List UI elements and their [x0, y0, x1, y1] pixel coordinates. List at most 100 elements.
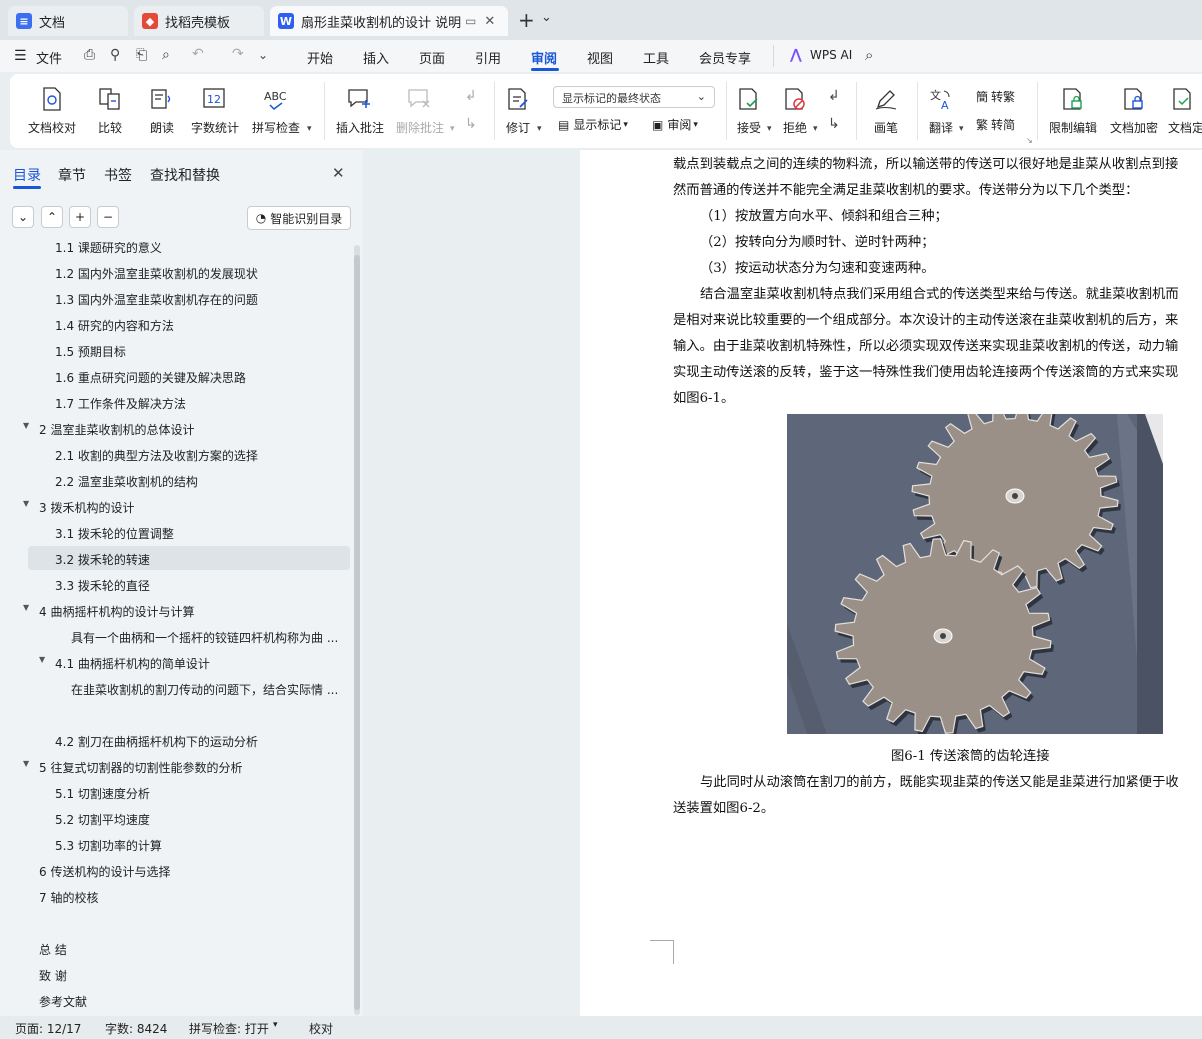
tab-chapters[interactable]: 章节: [58, 165, 86, 185]
file-menu[interactable]: 文件: [36, 48, 62, 67]
toc-item[interactable]: 2.2 温室韭菜收割机的结构: [28, 468, 350, 492]
previous-comment-icon[interactable]: ↲: [465, 88, 477, 104]
toc-item[interactable]: 4.2 割刀在曲柄摇杆机构下的运动分析: [28, 728, 350, 752]
tab-toc[interactable]: 目录: [13, 165, 41, 185]
toc-item[interactable]: 致 谢: [28, 962, 350, 986]
previous-change-icon[interactable]: ↲: [828, 88, 840, 104]
toc-item[interactable]: ▼ 4.1 曲柄摇杆机构的简单设计: [28, 650, 350, 674]
window-icon[interactable]: ▭: [465, 14, 476, 28]
toc-item[interactable]: 3.1 拨禾轮的位置调整: [28, 520, 350, 544]
toc-item[interactable]: ▼ 5 往复式切割器的切割性能参数的分析: [23, 754, 350, 778]
menu-member[interactable]: 会员专享: [699, 48, 751, 67]
review-pane-button[interactable]: ▣ 审阅 ▾: [652, 116, 698, 133]
expand-arrow-icon[interactable]: ▼: [23, 603, 29, 612]
accept-dropdown-icon[interactable]: ▾: [767, 124, 772, 134]
encrypt-button[interactable]: 文档加密: [1110, 84, 1158, 136]
menu-insert[interactable]: 插入: [363, 48, 389, 67]
toc-item[interactable]: 在韭菜收割机的割刀传动的问题下，结合实际情 ...: [28, 676, 350, 700]
toc-item[interactable]: 6 传送机构的设计与选择: [28, 858, 350, 882]
proofread-indicator[interactable]: 校对: [309, 1020, 333, 1037]
tab-docs[interactable]: ≡ 文档: [8, 6, 128, 36]
toc-item[interactable]: ▼ 2 温室韭菜收割机的总体设计: [23, 416, 350, 440]
toc-item[interactable]: ▼ 4 曲柄摇杆机构的设计与计算: [23, 598, 350, 622]
expand-arrow-icon[interactable]: ▼: [23, 759, 29, 768]
spell-check-indicator[interactable]: 拼写检查: 打开: [189, 1020, 269, 1037]
add-heading-button[interactable]: +: [69, 206, 91, 228]
toc-item[interactable]: 参考文献: [28, 988, 350, 1012]
toc-item[interactable]: 1.1 课题研究的意义: [28, 242, 350, 258]
to-simplified-button[interactable]: 繁 转简: [976, 116, 1015, 133]
toc-item[interactable]: 1.3 国内外温室韭菜收割机存在的问题: [28, 286, 350, 310]
tab-bookmarks[interactable]: 书签: [104, 165, 132, 185]
insert-comment-button[interactable]: 插入批注: [336, 84, 384, 136]
translate-button[interactable]: 文A 翻译: [929, 84, 953, 136]
finalize-button[interactable]: 文档定: [1168, 84, 1202, 136]
doc-check-button[interactable]: 文档校对: [28, 84, 76, 136]
save-icon[interactable]: ⎙: [84, 47, 95, 63]
wps-ai-button[interactable]: WPS AI: [810, 48, 852, 62]
next-comment-icon[interactable]: ↳: [465, 116, 477, 132]
toc-item[interactable]: 1.2 国内外温室韭菜收割机的发展现状: [28, 260, 350, 284]
markup-state-select[interactable]: 显示标记的最终状态 ⌄: [553, 86, 715, 108]
tab-find-replace[interactable]: 查找和替换: [150, 165, 220, 185]
toc-item[interactable]: 1.4 研究的内容和方法: [28, 312, 350, 336]
menu-home[interactable]: 开始: [307, 48, 333, 67]
next-change-icon[interactable]: ↳: [828, 116, 840, 132]
print-icon[interactable]: ⎗: [136, 47, 147, 63]
group-expand-icon[interactable]: ↘: [1026, 136, 1033, 145]
delete-comment-button[interactable]: 删除批注: [396, 84, 444, 136]
expand-arrow-icon[interactable]: ▼: [23, 499, 29, 508]
tab-docer[interactable]: ◆ 找稻壳模板: [134, 6, 264, 36]
reject-dropdown-icon[interactable]: ▾: [813, 124, 818, 134]
track-changes-button[interactable]: 修订: [506, 84, 530, 136]
menu-page[interactable]: 页面: [419, 48, 445, 67]
smart-toc-button[interactable]: ◔ 智能识别目录: [247, 206, 351, 230]
toc-item[interactable]: 3.2 拨禾轮的转速: [28, 546, 350, 570]
toc-item[interactable]: 1.5 预期目标: [28, 338, 350, 362]
close-tab-icon[interactable]: ✕: [484, 14, 495, 29]
compare-button[interactable]: 比较: [98, 84, 122, 136]
add-tab-button[interactable]: +: [518, 8, 535, 32]
close-pane-icon[interactable]: ✕: [332, 164, 345, 182]
menu-tools[interactable]: 工具: [643, 48, 669, 67]
pen-button[interactable]: 画笔: [874, 84, 898, 136]
undo-icon[interactable]: ↶: [192, 46, 204, 62]
delete-comment-dropdown-icon[interactable]: ▾: [450, 124, 455, 134]
toc-item[interactable]: 3.3 拨禾轮的直径: [28, 572, 350, 596]
toc-item[interactable]: ▼ 3 拨禾机构的设计: [23, 494, 350, 518]
toc-scrollbar-track[interactable]: [354, 245, 360, 1015]
word-count-button[interactable]: 12 字数统计: [191, 84, 239, 136]
toc-item[interactable]: 总 结: [28, 936, 350, 960]
reject-button[interactable]: 拒绝: [783, 84, 807, 136]
hamburger-icon[interactable]: ☰: [14, 48, 27, 64]
print-preview-icon[interactable]: ⌕: [162, 47, 170, 63]
accept-button[interactable]: 接受: [737, 84, 761, 136]
document-page[interactable]: 载点到装载点之间的连续的物料流，所以输送带的传送可以很好地是韭菜从收割点到接 然而…: [580, 150, 1202, 1016]
search-icon[interactable]: ⌕: [865, 46, 873, 64]
toc-item[interactable]: 具有一个曲柄和一个摇杆的铰链四杆机构称为曲 ...: [28, 624, 350, 648]
spell-check-button[interactable]: ABC 拼写检查: [252, 84, 300, 136]
track-changes-dropdown-icon[interactable]: ▾: [537, 124, 542, 134]
share-icon[interactable]: ⚲: [110, 47, 120, 63]
to-traditional-button[interactable]: 簡 转繁: [976, 88, 1015, 105]
restrict-edit-button[interactable]: 限制编辑: [1049, 84, 1097, 136]
menu-references[interactable]: 引用: [475, 48, 501, 67]
expand-arrow-icon[interactable]: ▼: [39, 655, 45, 664]
toc-item[interactable]: 2.1 收割的典型方法及收割方案的选择: [28, 442, 350, 466]
redo-icon[interactable]: ↷: [232, 46, 244, 62]
menu-view[interactable]: 视图: [587, 48, 613, 67]
chevron-down-icon[interactable]: ▾: [273, 1020, 278, 1030]
toc-item[interactable]: 1.6 重点研究问题的关键及解决思路: [28, 364, 350, 388]
toc-item[interactable]: 5.1 切割速度分析: [28, 780, 350, 804]
toc-item[interactable]: 5.2 切割平均速度: [28, 806, 350, 830]
spell-dropdown-icon[interactable]: ▾: [307, 124, 312, 134]
toc-scrollbar-thumb[interactable]: [354, 255, 360, 1010]
tab-document[interactable]: W 扇形韭菜收割机的设计 说明书 ▭ ✕: [270, 6, 508, 36]
collapse-all-button[interactable]: ⌄: [12, 206, 34, 228]
remove-heading-button[interactable]: −: [97, 206, 119, 228]
quick-access-dropdown-icon[interactable]: ⌄: [258, 48, 268, 62]
toc-item[interactable]: 7 轴的校核: [28, 884, 350, 908]
toc-item[interactable]: 1.7 工作条件及解决方法: [28, 390, 350, 414]
toc-item[interactable]: 5.3 切割功率的计算: [28, 832, 350, 856]
translate-dropdown-icon[interactable]: ▾: [959, 124, 964, 134]
